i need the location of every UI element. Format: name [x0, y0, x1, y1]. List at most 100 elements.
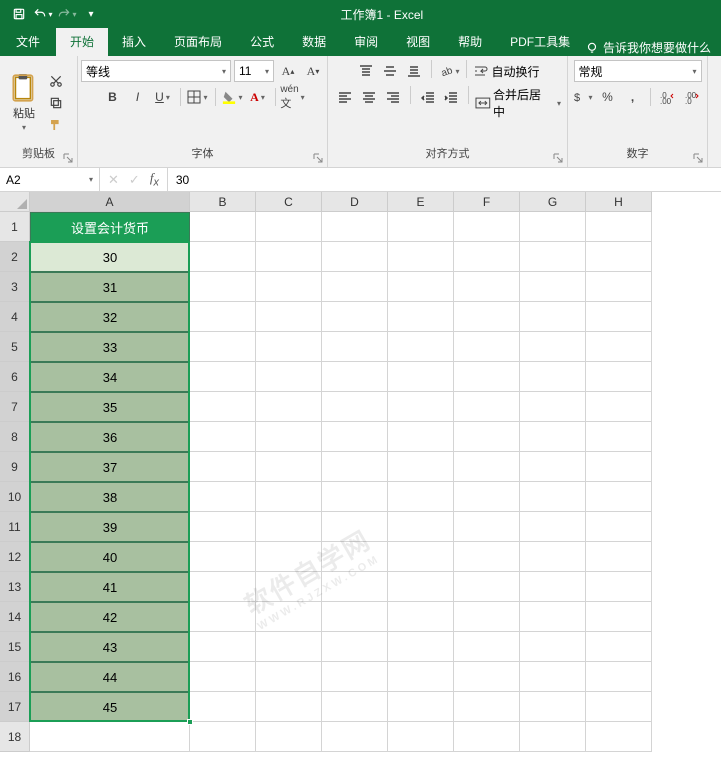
cell-A5[interactable]: 33 [30, 332, 190, 362]
cell-A4[interactable]: 32 [30, 302, 190, 332]
cell-G17[interactable] [520, 692, 586, 722]
col-header-H[interactable]: H [586, 192, 652, 212]
format-painter-button[interactable] [46, 115, 66, 135]
cell-G8[interactable] [520, 422, 586, 452]
cell-H8[interactable] [586, 422, 652, 452]
percent-format-button[interactable]: % [597, 86, 619, 108]
cell-A1[interactable]: 设置会计货币 [30, 212, 190, 242]
cell-B7[interactable] [190, 392, 256, 422]
cell-D2[interactable] [322, 242, 388, 272]
cell-C2[interactable] [256, 242, 322, 272]
cell-H4[interactable] [586, 302, 652, 332]
tab-layout[interactable]: 页面布局 [160, 27, 236, 56]
cell-F1[interactable] [454, 212, 520, 242]
cell-G3[interactable] [520, 272, 586, 302]
cell-A15[interactable]: 43 [30, 632, 190, 662]
row-header-13[interactable]: 13 [0, 572, 30, 602]
shrink-font-button[interactable]: A▾ [302, 60, 324, 82]
cell-G6[interactable] [520, 362, 586, 392]
cell-H16[interactable] [586, 662, 652, 692]
number-launcher-icon[interactable] [692, 152, 704, 164]
select-all-corner[interactable] [0, 192, 30, 212]
cell-H6[interactable] [586, 362, 652, 392]
cell-C15[interactable] [256, 632, 322, 662]
cell-C14[interactable] [256, 602, 322, 632]
cell-D3[interactable] [322, 272, 388, 302]
cell-A14[interactable]: 42 [30, 602, 190, 632]
row-header-3[interactable]: 3 [0, 272, 30, 302]
cell-E8[interactable] [388, 422, 454, 452]
wrap-text-button[interactable]: 自动换行 [473, 60, 539, 82]
cell-G11[interactable] [520, 512, 586, 542]
cell-B4[interactable] [190, 302, 256, 332]
row-header-10[interactable]: 10 [0, 482, 30, 512]
formula-input[interactable]: 30 [168, 168, 721, 191]
tab-home[interactable]: 开始 [56, 27, 108, 56]
save-icon[interactable] [8, 3, 30, 25]
cell-B9[interactable] [190, 452, 256, 482]
cell-B17[interactable] [190, 692, 256, 722]
align-bottom-button[interactable] [403, 60, 425, 82]
cell-E12[interactable] [388, 542, 454, 572]
fill-color-button[interactable] [222, 86, 244, 108]
cell-A17[interactable]: 45 [30, 692, 190, 722]
insert-function-icon[interactable]: fx [150, 170, 159, 189]
cell-F9[interactable] [454, 452, 520, 482]
cell-E10[interactable] [388, 482, 454, 512]
cell-G5[interactable] [520, 332, 586, 362]
cell-A12[interactable]: 40 [30, 542, 190, 572]
font-name-combo[interactable]: 等线▾ [81, 60, 231, 82]
underline-button[interactable]: U [152, 86, 174, 108]
cell-H3[interactable] [586, 272, 652, 302]
cell-G7[interactable] [520, 392, 586, 422]
orientation-button[interactable]: ab [438, 60, 460, 82]
copy-button[interactable] [46, 93, 66, 113]
clipboard-launcher-icon[interactable] [62, 152, 74, 164]
cell-E1[interactable] [388, 212, 454, 242]
row-header-16[interactable]: 16 [0, 662, 30, 692]
cell-H11[interactable] [586, 512, 652, 542]
cell-D7[interactable] [322, 392, 388, 422]
cell-F11[interactable] [454, 512, 520, 542]
merge-center-button[interactable]: 合并后居中▾ [475, 86, 561, 120]
cell-H9[interactable] [586, 452, 652, 482]
cell-A7[interactable]: 35 [30, 392, 190, 422]
cell-B12[interactable] [190, 542, 256, 572]
cell-D18[interactable] [322, 722, 388, 752]
cell-C16[interactable] [256, 662, 322, 692]
tab-insert[interactable]: 插入 [108, 27, 160, 56]
col-header-F[interactable]: F [454, 192, 520, 212]
cell-B8[interactable] [190, 422, 256, 452]
accounting-format-button[interactable]: $ [572, 86, 594, 108]
cell-E2[interactable] [388, 242, 454, 272]
cell-G13[interactable] [520, 572, 586, 602]
cell-B1[interactable] [190, 212, 256, 242]
cell-B10[interactable] [190, 482, 256, 512]
cell-B11[interactable] [190, 512, 256, 542]
align-launcher-icon[interactable] [552, 152, 564, 164]
cell-H10[interactable] [586, 482, 652, 512]
cell-F5[interactable] [454, 332, 520, 362]
cell-E15[interactable] [388, 632, 454, 662]
cell-C3[interactable] [256, 272, 322, 302]
tab-formulas[interactable]: 公式 [236, 27, 288, 56]
row-header-11[interactable]: 11 [0, 512, 30, 542]
cell-F4[interactable] [454, 302, 520, 332]
cell-H18[interactable] [586, 722, 652, 752]
cell-D6[interactable] [322, 362, 388, 392]
row-header-17[interactable]: 17 [0, 692, 30, 722]
phonetic-button[interactable]: wén文 [282, 86, 304, 108]
cell-B15[interactable] [190, 632, 256, 662]
enter-formula-icon[interactable]: ✓ [129, 172, 140, 188]
cell-A13[interactable]: 41 [30, 572, 190, 602]
cell-F12[interactable] [454, 542, 520, 572]
cell-C13[interactable] [256, 572, 322, 602]
cell-F18[interactable] [454, 722, 520, 752]
cell-D5[interactable] [322, 332, 388, 362]
cell-B6[interactable] [190, 362, 256, 392]
align-right-button[interactable] [382, 86, 404, 108]
border-button[interactable] [187, 86, 209, 108]
qat-customize-icon[interactable]: ▾ [80, 3, 102, 25]
cell-H1[interactable] [586, 212, 652, 242]
font-color-button[interactable]: A [247, 86, 269, 108]
